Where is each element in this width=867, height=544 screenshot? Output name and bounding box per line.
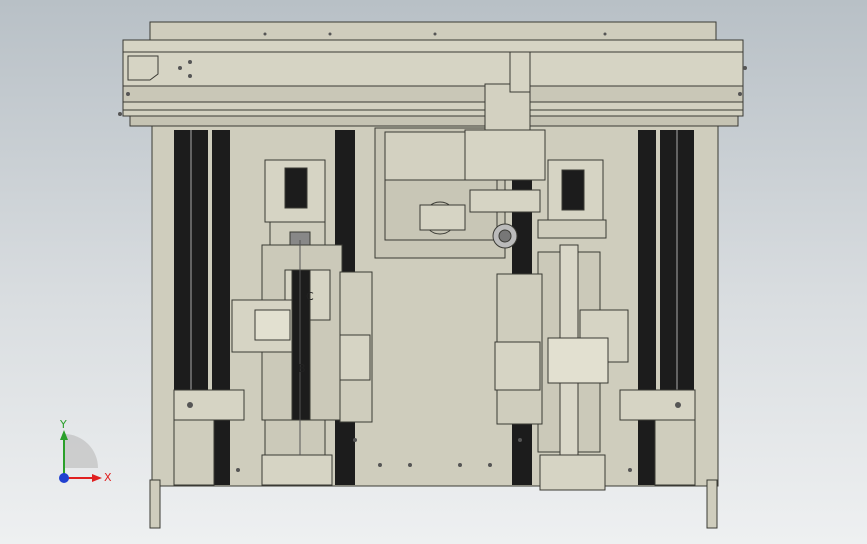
z-axis-dot-icon: [59, 473, 69, 483]
part-label-c: C: [306, 290, 314, 303]
x-axis-label: X: [104, 471, 112, 484]
axis-triad: Y X: [59, 418, 112, 484]
x-axis-arrow-icon: [92, 474, 102, 482]
assembly-drawing: B C Y X: [59, 21, 747, 529]
y-axis-label: Y: [59, 418, 67, 431]
cad-viewport[interactable]: B C Y X: [0, 0, 867, 544]
part-label-b: B: [298, 362, 306, 375]
